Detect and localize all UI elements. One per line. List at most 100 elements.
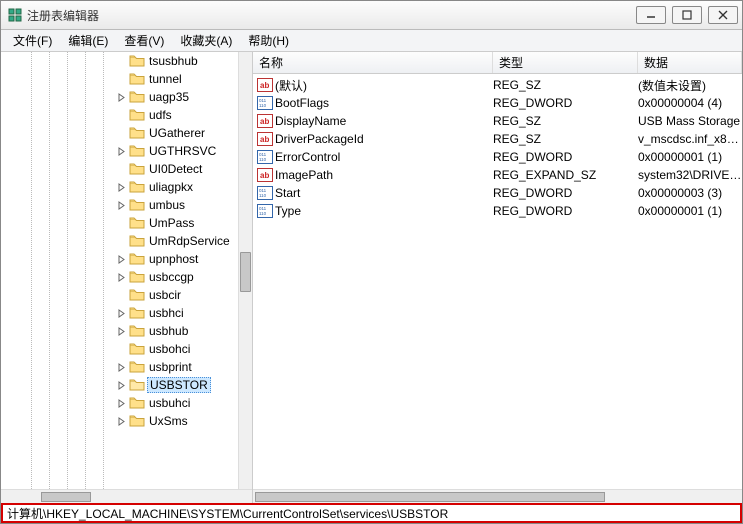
tree-item-label: UmPass bbox=[147, 216, 196, 230]
tree-item[interactable]: udfs bbox=[1, 106, 238, 124]
menu-edit[interactable]: 编辑(E) bbox=[60, 30, 116, 51]
menu-view[interactable]: 查看(V) bbox=[116, 30, 172, 51]
folder-icon bbox=[129, 108, 145, 122]
dword-value-icon: 011110 bbox=[257, 186, 273, 200]
no-expand-icon bbox=[116, 218, 127, 229]
tree-item-label: usbccgp bbox=[147, 270, 196, 284]
list-row[interactable]: 011110TypeREG_DWORD0x00000001 (1) bbox=[253, 202, 742, 220]
list-row[interactable]: abImagePathREG_EXPAND_SZsystem32\DRIVERS bbox=[253, 166, 742, 184]
tree-item-label: usbcir bbox=[147, 288, 183, 302]
folder-icon bbox=[129, 378, 145, 392]
tree-item[interactable]: UmRdpService bbox=[1, 232, 238, 250]
folder-icon bbox=[129, 270, 145, 284]
value-data: USB Mass Storage bbox=[638, 114, 742, 128]
menu-favorites[interactable]: 收藏夹(A) bbox=[172, 30, 240, 51]
expand-icon[interactable] bbox=[116, 416, 127, 427]
string-value-icon: ab bbox=[257, 132, 273, 146]
value-type: REG_SZ bbox=[493, 114, 638, 128]
folder-icon bbox=[129, 216, 145, 230]
folder-icon bbox=[129, 306, 145, 320]
scrollbar-thumb[interactable] bbox=[255, 492, 605, 502]
expand-icon[interactable] bbox=[116, 92, 127, 103]
expand-icon[interactable] bbox=[116, 362, 127, 373]
tree-scroll-area[interactable]: tsusbhubtunneluagp35udfsUGathererUGTHRSV… bbox=[1, 52, 252, 489]
tree-item[interactable]: USBSTOR bbox=[1, 376, 238, 394]
folder-icon bbox=[129, 234, 145, 248]
tree-item-label: USBSTOR bbox=[147, 377, 211, 393]
value-name: DisplayName bbox=[275, 114, 493, 128]
tree-item[interactable]: tunnel bbox=[1, 70, 238, 88]
list-row[interactable]: 011110StartREG_DWORD0x00000003 (3) bbox=[253, 184, 742, 202]
tree-item[interactable]: UGTHRSVC bbox=[1, 142, 238, 160]
maximize-button[interactable] bbox=[672, 6, 702, 24]
value-name: ImagePath bbox=[275, 168, 493, 182]
no-expand-icon bbox=[116, 56, 127, 67]
svg-text:110: 110 bbox=[259, 193, 267, 198]
menu-help[interactable]: 帮助(H) bbox=[240, 30, 297, 51]
folder-icon bbox=[129, 396, 145, 410]
value-type: REG_DWORD bbox=[493, 204, 638, 218]
tree-item[interactable]: usbhub bbox=[1, 322, 238, 340]
tree-item-label: uliagpkx bbox=[147, 180, 195, 194]
tree-item[interactable]: UI0Detect bbox=[1, 160, 238, 178]
column-header-data[interactable]: 数据 bbox=[638, 52, 742, 73]
list-row[interactable]: ab DisplayNameREG_SZUSB Mass Storage bbox=[253, 112, 742, 130]
value-data: (数值未设置) bbox=[638, 77, 742, 94]
expand-icon[interactable] bbox=[116, 272, 127, 283]
list-row[interactable]: 011110BootFlagsREG_DWORD0x00000004 (4) bbox=[253, 94, 742, 112]
tree-item[interactable]: uagp35 bbox=[1, 88, 238, 106]
tree-item[interactable]: usbprint bbox=[1, 358, 238, 376]
expand-icon[interactable] bbox=[116, 380, 127, 391]
tree-horizontal-scrollbar[interactable] bbox=[1, 489, 252, 503]
list-horizontal-scrollbar[interactable] bbox=[253, 489, 742, 503]
tree-item[interactable]: usbhci bbox=[1, 304, 238, 322]
expand-icon[interactable] bbox=[116, 326, 127, 337]
svg-text:ab: ab bbox=[260, 117, 269, 126]
expand-icon[interactable] bbox=[116, 146, 127, 157]
folder-icon bbox=[129, 360, 145, 374]
tree-item[interactable]: umbus bbox=[1, 196, 238, 214]
expand-icon[interactable] bbox=[116, 254, 127, 265]
minimize-button[interactable] bbox=[636, 6, 666, 24]
list-row[interactable]: 011110ErrorControlREG_DWORD0x00000001 (1… bbox=[253, 148, 742, 166]
scrollbar-thumb[interactable] bbox=[41, 492, 91, 502]
tree-item-label: usbohci bbox=[147, 342, 192, 356]
expand-icon[interactable] bbox=[116, 308, 127, 319]
folder-icon bbox=[129, 126, 145, 140]
list-row[interactable]: ab(默认)REG_SZ(数值未设置) bbox=[253, 76, 742, 94]
list-row[interactable]: abDriverPackageIdREG_SZv_mscdsc.inf_x86_… bbox=[253, 130, 742, 148]
menu-file[interactable]: 文件(F) bbox=[5, 30, 60, 51]
dword-value-icon: 011110 bbox=[257, 204, 273, 218]
close-button[interactable] bbox=[708, 6, 738, 24]
value-type: REG_DWORD bbox=[493, 150, 638, 164]
window-title: 注册表编辑器 bbox=[27, 7, 636, 24]
tree-item-label: UmRdpService bbox=[147, 234, 232, 248]
tree-item[interactable]: tsusbhub bbox=[1, 52, 238, 70]
no-expand-icon bbox=[116, 128, 127, 139]
tree-item[interactable]: UGatherer bbox=[1, 124, 238, 142]
no-expand-icon bbox=[116, 164, 127, 175]
tree-item[interactable]: upnphost bbox=[1, 250, 238, 268]
tree-item[interactable]: usbuhci bbox=[1, 394, 238, 412]
tree-item[interactable]: usbohci bbox=[1, 340, 238, 358]
tree-item[interactable]: UxSms bbox=[1, 412, 238, 430]
expand-icon[interactable] bbox=[116, 398, 127, 409]
tree-item[interactable]: uliagpkx bbox=[1, 178, 238, 196]
list-body[interactable]: ab(默认)REG_SZ(数值未设置)011110BootFlagsREG_DW… bbox=[253, 74, 742, 489]
folder-icon bbox=[129, 54, 145, 68]
expand-icon[interactable] bbox=[116, 200, 127, 211]
string-value-icon: ab bbox=[257, 78, 273, 92]
tree-item[interactable]: UmPass bbox=[1, 214, 238, 232]
tree-item[interactable]: usbccgp bbox=[1, 268, 238, 286]
value-name: Start bbox=[275, 186, 493, 200]
column-header-name[interactable]: 名称 bbox=[253, 52, 493, 73]
tree-item[interactable]: usbcir bbox=[1, 286, 238, 304]
registry-editor-window: 注册表编辑器 文件(F) 编辑(E) 查看(V) 收藏夹(A) 帮助(H) ts… bbox=[0, 0, 743, 524]
value-type: REG_SZ bbox=[493, 78, 638, 92]
scrollbar-thumb[interactable] bbox=[240, 252, 251, 292]
tree-vertical-scrollbar[interactable] bbox=[238, 52, 252, 489]
column-header-type[interactable]: 类型 bbox=[493, 52, 638, 73]
expand-icon[interactable] bbox=[116, 182, 127, 193]
tree-item-label: usbuhci bbox=[147, 396, 192, 410]
dword-value-icon: 011110 bbox=[257, 96, 273, 110]
